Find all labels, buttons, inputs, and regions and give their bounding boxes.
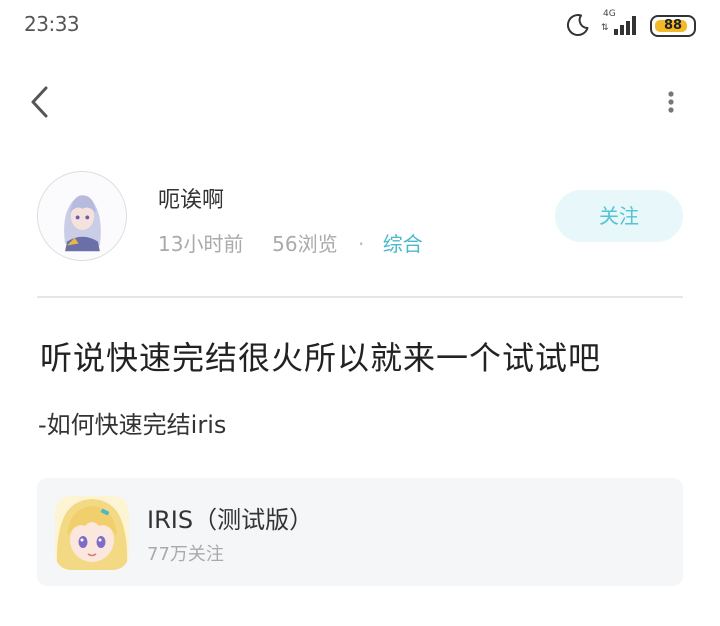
game-anime-girl-image: [55, 496, 129, 570]
divider: [37, 296, 683, 298]
game-icon: [55, 496, 129, 570]
avatar[interactable]: [37, 171, 127, 261]
game-followers: 77万关注: [147, 544, 224, 565]
follow-button[interactable]: 关注: [555, 190, 683, 242]
network-activity-icon: ⇅: [601, 23, 609, 33]
vertical-dots-icon[interactable]: [662, 88, 680, 118]
moon-icon: [566, 14, 589, 37]
status-time: 23:33: [24, 12, 80, 36]
avatar-anime-girl-image: [38, 172, 125, 259]
battery-icon: 88: [650, 15, 696, 37]
author-name[interactable]: 呃诶啊: [158, 182, 224, 214]
game-card[interactable]: IRIS（测试版） 77万关注: [37, 478, 683, 586]
post-body: -如何快速完结iris: [38, 411, 227, 439]
meta-separator: ·: [357, 232, 365, 256]
post-category[interactable]: 综合: [383, 232, 423, 256]
post-time: 13小时前: [158, 232, 244, 256]
battery-percent: 88: [663, 18, 683, 33]
post-title: 听说快速完结很火所以就来一个试试吧: [40, 339, 602, 377]
signal-icon: [614, 16, 636, 35]
post-meta: 13小时前 56浏览 · 综合: [158, 228, 423, 257]
game-name: IRIS（测试版）: [147, 506, 314, 534]
chevron-left-icon[interactable]: [28, 85, 54, 119]
post-views: 56浏览: [272, 232, 338, 256]
